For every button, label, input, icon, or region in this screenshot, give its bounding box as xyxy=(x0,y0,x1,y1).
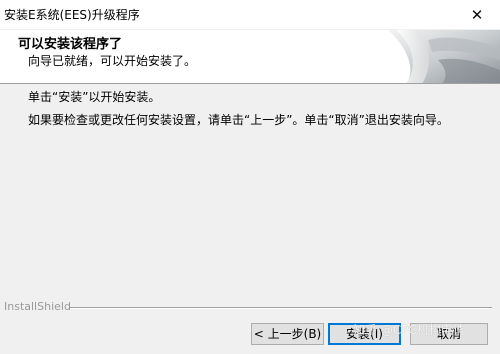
page-title: 可以安装该程序了 xyxy=(18,37,123,52)
wizard-header: 可以安装该程序了 向导已就绪，可以开始安装了。 xyxy=(0,30,500,84)
installer-window: 安装E系统(EES)升级程序 ✕ 可以安装该程序了 向导已就绪，可以开始安装了。 xyxy=(0,0,500,354)
page-subtitle: 向导已就绪，可以开始安装了。 xyxy=(28,54,197,68)
close-icon[interactable]: ✕ xyxy=(454,0,500,30)
footer-divider xyxy=(70,307,492,309)
installshield-brand: InstallShield xyxy=(4,300,71,313)
title-bar: 安装E系统(EES)升级程序 ✕ xyxy=(0,0,500,30)
install-button[interactable]: 安装(I) xyxy=(328,323,401,345)
window-title: 安装E系统(EES)升级程序 xyxy=(4,8,140,22)
settings-instruction: 如果要检查或更改任何安装设置，请单击“上一步”。单击“取消”退出安装向导。 xyxy=(28,113,449,127)
wizard-body: 单击“安装”以开始安装。 如果要检查或更改任何安装设置，请单击“上一步”。单击“… xyxy=(0,85,500,305)
back-button[interactable]: < 上一步(B) xyxy=(251,323,324,345)
install-instruction: 单击“安装”以开始安装。 xyxy=(28,90,161,104)
cancel-button[interactable]: 取消 xyxy=(410,323,488,345)
installshield-banner-graphic xyxy=(388,30,500,83)
